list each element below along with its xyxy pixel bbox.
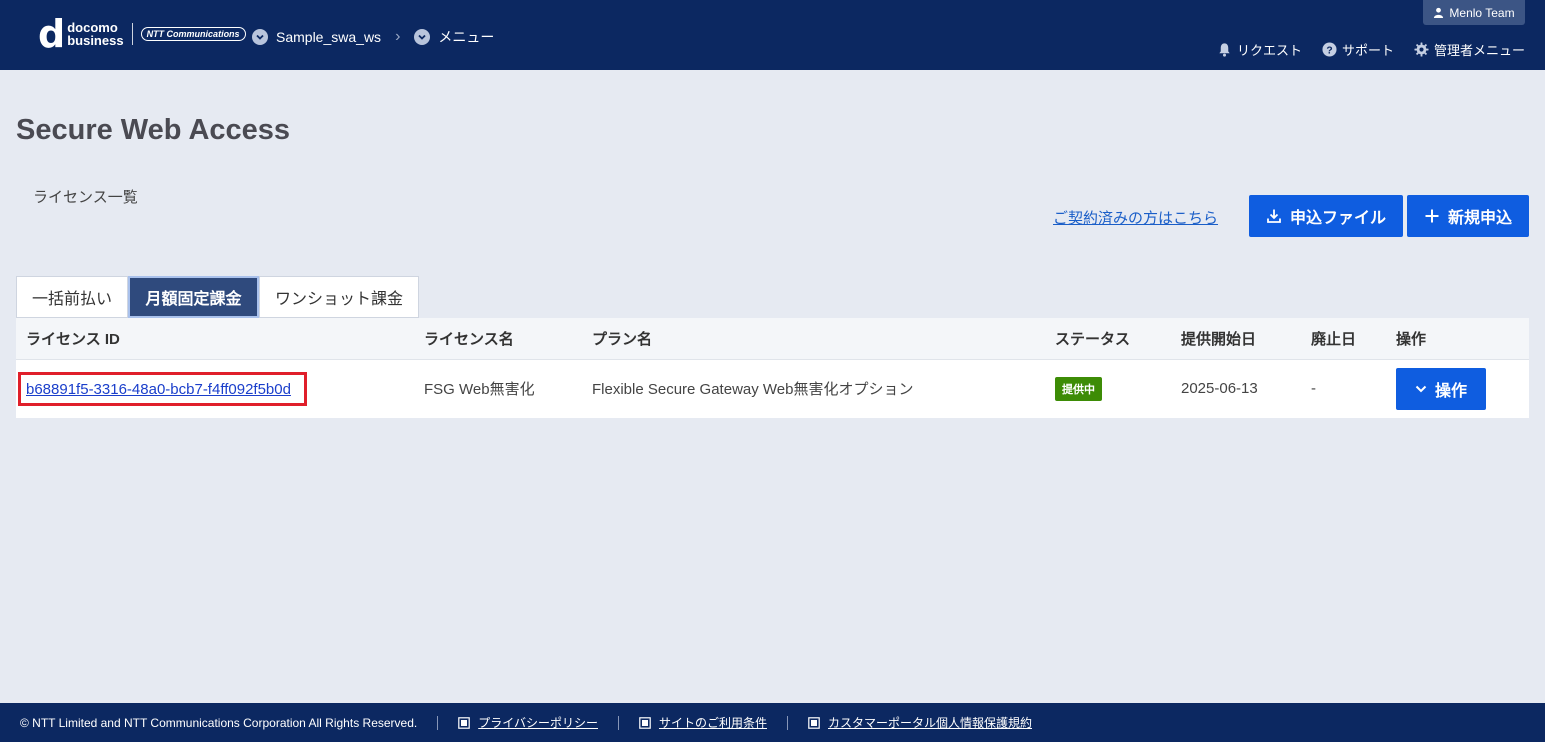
plus-icon: [1425, 209, 1439, 223]
terms-of-use-link[interactable]: サイトのご利用条件: [639, 714, 767, 731]
header-links: リクエスト ? サポート 管理者メニュー: [1217, 40, 1525, 59]
col-status: ステータス: [1055, 330, 1131, 348]
tab-one-shot[interactable]: ワンショット課金: [259, 276, 419, 318]
docomo-business-logo[interactable]: d docomo business NTT Communications: [38, 12, 246, 56]
license-id-link[interactable]: b68891f5-3316-48a0-bcb7-f4ff092f5b0d: [18, 371, 307, 406]
chevron-down-icon: [414, 29, 431, 45]
tab-monthly-fixed[interactable]: 月額固定課金: [128, 276, 259, 318]
external-link-icon: [808, 716, 820, 729]
col-actions: 操作: [1396, 330, 1427, 348]
ntt-logo: NTT Communications: [140, 27, 246, 41]
billing-tabs: 一括前払い 月額固定課金 ワンショット課金: [16, 276, 419, 318]
user-menu-button[interactable]: Menlo Team: [1423, 0, 1525, 25]
page-subtitle: ライセンス一覧: [33, 189, 138, 206]
start-date: 2025-06-13: [1181, 380, 1258, 398]
end-date: -: [1311, 380, 1316, 398]
external-link-icon: [639, 716, 651, 729]
chevron-down-icon: [1415, 385, 1427, 393]
chevron-down-icon: [252, 29, 268, 45]
application-file-button[interactable]: 申込ファイル: [1249, 195, 1403, 237]
bell-icon: [1219, 43, 1230, 57]
col-end-date: 廃止日: [1311, 330, 1357, 348]
top-header: d docomo business NTT Communications Sam…: [0, 0, 1545, 70]
actions-dropdown-button[interactable]: 操作: [1396, 367, 1486, 410]
logo-d-mark: d: [38, 12, 66, 56]
table-header-row: ライセンス ID ライセンス名 プラン名 ステータス 提供開始日 廃止日 操作: [16, 318, 1529, 359]
chevron-right-icon: ›: [395, 28, 401, 45]
tab-prepaid[interactable]: 一括前払い: [16, 276, 128, 318]
svg-text:?: ?: [1326, 45, 1332, 56]
contracted-customers-link[interactable]: ご契約済みの方はこちら: [1053, 207, 1218, 228]
table-row: b68891f5-3316-48a0-bcb7-f4ff092f5b0d FSG…: [16, 359, 1529, 418]
new-application-button[interactable]: 新規申込: [1407, 195, 1529, 237]
license-name: FSG Web無害化: [424, 381, 535, 399]
breadcrumb-menu[interactable]: メニュー: [414, 27, 494, 47]
customer-privacy-link[interactable]: カスタマーポータル個人情報保護規約: [808, 714, 1032, 731]
copyright: © NTT Limited and NTT Communications Cor…: [20, 715, 418, 730]
external-link-icon: [458, 716, 471, 729]
license-table: ライセンス ID ライセンス名 プラン名 ステータス 提供開始日 廃止日 操作 …: [16, 318, 1529, 418]
user-icon: [1434, 7, 1444, 18]
question-icon: ?: [1322, 42, 1337, 57]
plan-name: Flexible Secure Gateway Web無害化オプション: [592, 381, 914, 399]
breadcrumb: Sample_swa_ws › メニュー: [252, 27, 494, 47]
status-badge: 提供中: [1055, 376, 1102, 401]
download-icon: [1267, 209, 1281, 223]
col-plan-name: プラン名: [592, 330, 653, 348]
support-link[interactable]: ? サポート: [1322, 40, 1394, 59]
footer: © NTT Limited and NTT Communications Cor…: [0, 703, 1545, 742]
privacy-policy-link[interactable]: プライバシーポリシー: [458, 714, 598, 731]
breadcrumb-workspace[interactable]: Sample_swa_ws: [252, 29, 381, 45]
col-license-name: ライセンス名: [424, 330, 514, 348]
col-start-date: 提供開始日: [1181, 330, 1257, 348]
gear-icon: [1414, 42, 1429, 57]
page-title: Secure Web Access: [16, 114, 291, 146]
admin-menu-link[interactable]: 管理者メニュー: [1414, 40, 1525, 59]
col-license-id: ライセンス ID: [26, 330, 120, 348]
request-link[interactable]: リクエスト: [1217, 40, 1302, 59]
